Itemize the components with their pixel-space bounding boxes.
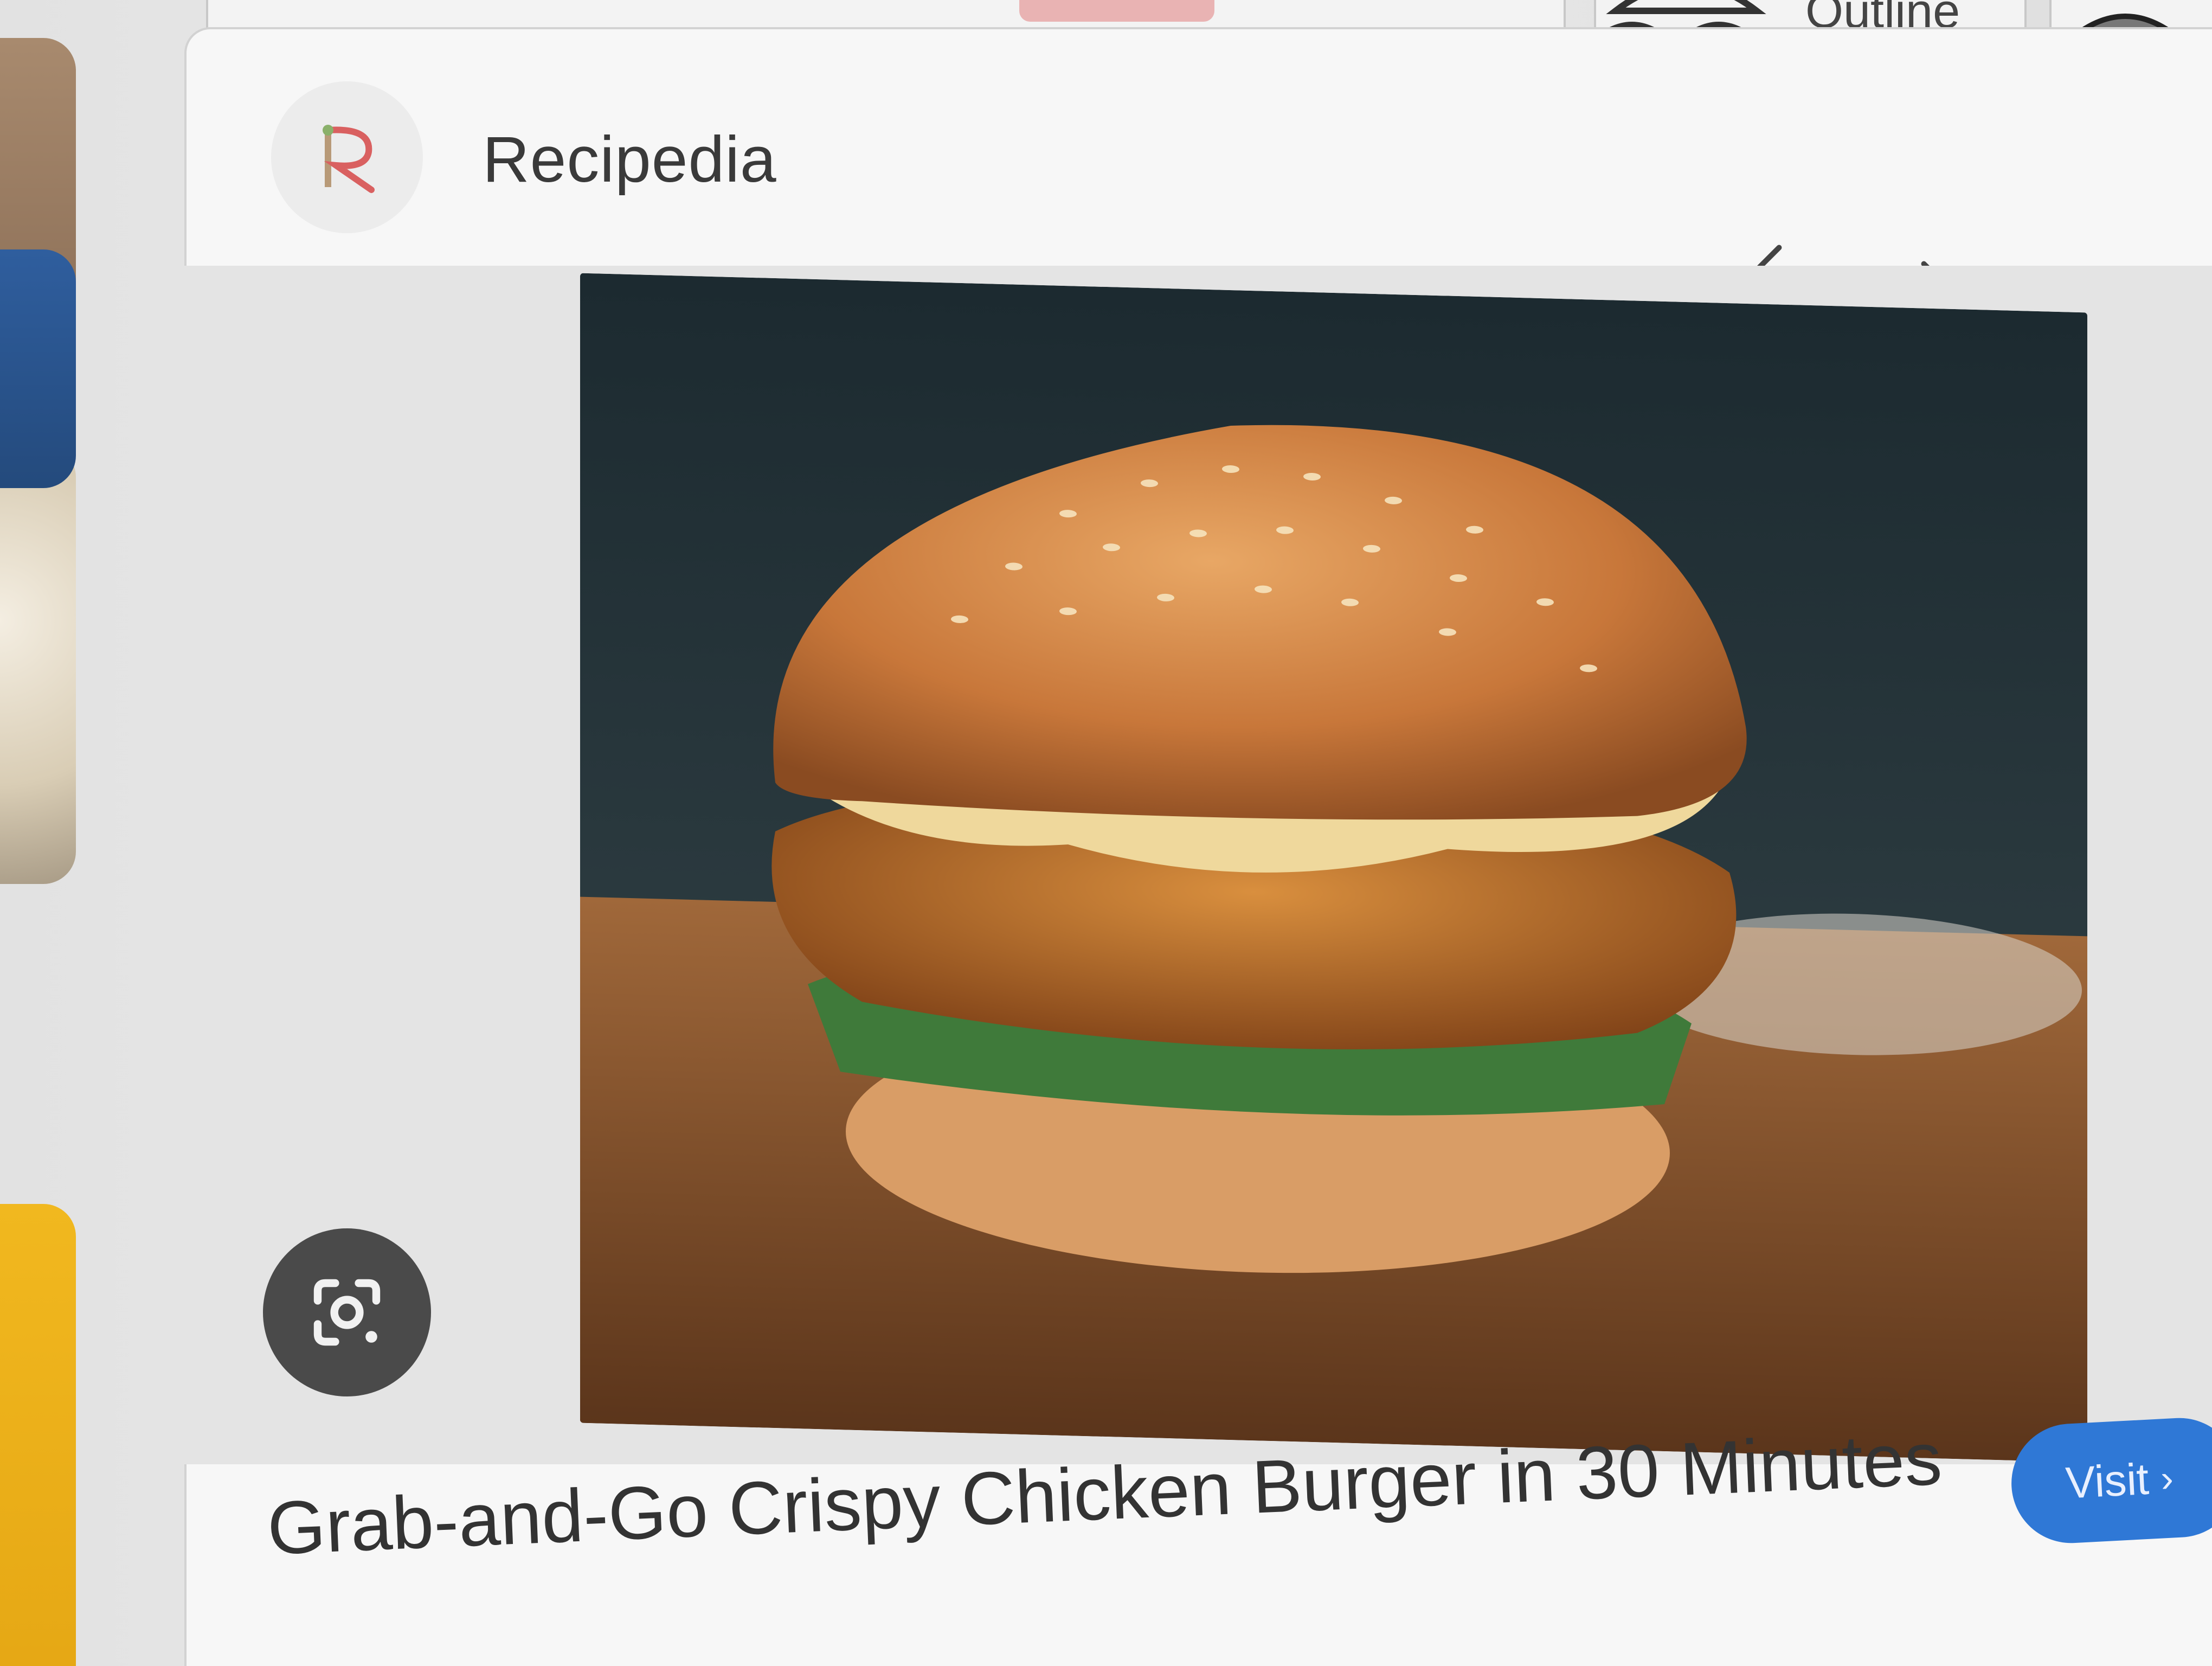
chevron-right-icon: › [2159,1457,2175,1500]
visit-button[interactable]: Visit › [2008,1415,2212,1546]
google-lens-button[interactable] [263,1228,431,1396]
google-lens-icon [313,1279,381,1346]
adjacent-result-thumbnail[interactable] [0,249,76,488]
recipedia-logo-icon [323,125,375,193]
screen: Outline Recipedia Visit › Grab-and-Go Cr… [0,0,2212,1666]
source-name[interactable]: Recipedia [483,122,777,197]
related-chip-accent [1019,0,1214,22]
result-image[interactable] [580,273,2087,1463]
chicken-burger-photo [580,273,2087,1463]
adjacent-result-thumbnail[interactable] [0,1204,76,1666]
adjacent-result-thumbnail[interactable] [0,445,76,884]
visit-button-label: Visit [2064,1454,2150,1508]
source-logo[interactable] [271,81,423,233]
